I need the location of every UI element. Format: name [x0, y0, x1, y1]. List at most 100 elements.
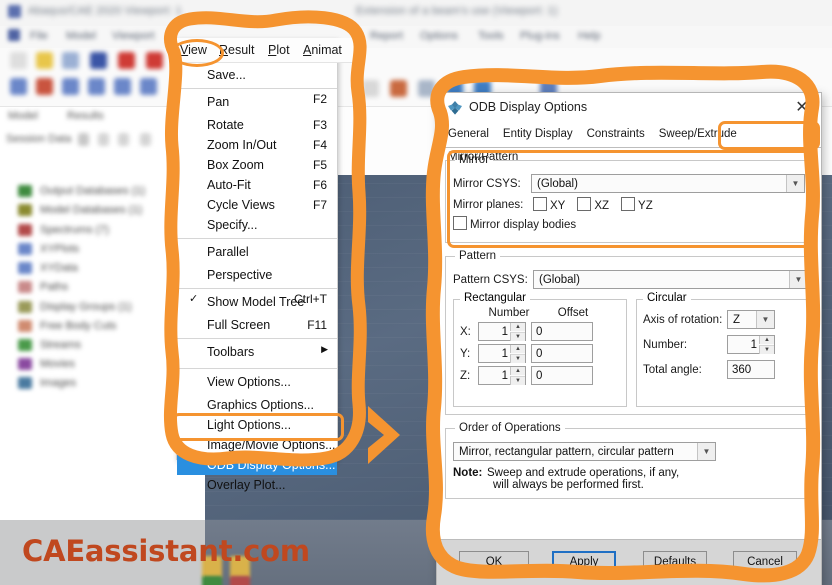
menu-item-save[interactable]: Save... — [177, 65, 337, 85]
menu-item-graphics-options[interactable]: Graphics Options... — [177, 395, 337, 415]
stepper-up-icon[interactable]: ▲ — [759, 336, 774, 344]
menu-item-parallel[interactable]: Parallel — [177, 238, 337, 265]
bg-tree-toolbar-icon[interactable] — [98, 133, 109, 146]
tab-general[interactable]: General — [441, 123, 496, 146]
menu-item-cycle-views[interactable]: Cycle ViewsF7 — [177, 195, 337, 215]
bg-toolbar-icon[interactable] — [36, 78, 53, 95]
menu-item-auto-fit[interactable]: Auto-FitF6 — [177, 175, 337, 195]
bg-toolbar-icon[interactable] — [362, 80, 379, 97]
ok-button[interactable]: OK — [459, 551, 529, 573]
odb-display-options-highlight — [172, 413, 344, 441]
note-line-1: Sweep and extrude operations, if any, — [487, 467, 679, 479]
menu-item-perspective[interactable]: Perspective — [177, 265, 337, 285]
bg-tree-toolbar-icon[interactable] — [140, 133, 151, 146]
stepper-up-icon[interactable]: ▲ — [510, 345, 525, 353]
close-icon[interactable]: ✕ — [791, 97, 813, 119]
menubar-item-animate[interactable]: Animat — [303, 43, 342, 57]
chevron-down-icon[interactable]: ▼ — [756, 311, 774, 328]
circular-axis-select[interactable]: Z▼ — [727, 310, 775, 329]
menu-item-overlay-plot[interactable]: Overlay Plot... — [177, 475, 337, 495]
bg-tree-item[interactable]: Images — [40, 377, 76, 389]
menu-item-box-zoom[interactable]: Box ZoomF5 — [177, 155, 337, 175]
menu-item-zoom-in-out[interactable]: Zoom In/OutF4 — [177, 135, 337, 155]
bg-tree-item[interactable]: Display Groups (1) — [40, 301, 132, 313]
bg-tree-item[interactable]: Paths — [40, 281, 68, 293]
stepper-down-icon[interactable]: ▼ — [510, 332, 525, 341]
chevron-down-icon[interactable]: ▼ — [789, 271, 807, 288]
menu-item-odb-display-options[interactable]: ODB Display Options... — [177, 455, 337, 475]
bg-toolbar-icon[interactable] — [36, 52, 53, 69]
rect-z-offset-field[interactable]: 0 — [531, 366, 593, 385]
cancel-button[interactable]: Cancel — [733, 551, 797, 573]
bg-tree-item[interactable]: Spectrums (7) — [40, 224, 109, 236]
bg-tab-results[interactable]: Results — [67, 110, 104, 122]
bg-toolbar-icon[interactable] — [118, 52, 135, 69]
bg-toolbar-icon[interactable] — [62, 52, 79, 69]
apply-button[interactable]: Apply — [552, 551, 616, 573]
bg-toolbar-icon[interactable] — [88, 78, 105, 95]
bg-menu-file[interactable]: File — [30, 30, 48, 42]
bg-tree-toolbar-icon[interactable] — [118, 133, 129, 146]
bg-menu-plugins[interactable]: Plug-ins — [520, 30, 560, 42]
bg-tab-model[interactable]: Model — [8, 110, 38, 122]
bg-menu-options[interactable]: Options — [420, 30, 458, 42]
bg-tree-toolbar-icon[interactable] — [78, 133, 89, 146]
circular-number-stepper[interactable]: 1▲▼ — [727, 335, 775, 354]
bg-menu-model[interactable]: Model — [66, 30, 96, 42]
bg-tree-item[interactable]: XYData — [40, 262, 78, 274]
stepper-up-icon[interactable]: ▲ — [510, 323, 525, 331]
rect-x-number-stepper[interactable]: 1▲▼ — [478, 322, 526, 341]
bg-tree-item[interactable]: Movies — [40, 358, 75, 370]
stepper-up-icon[interactable]: ▲ — [510, 367, 525, 375]
rect-x-offset-field[interactable]: 0 — [531, 322, 593, 341]
bg-tree-item[interactable]: Free Body Cuts — [40, 320, 116, 332]
rect-z-number-stepper[interactable]: 1▲▼ — [478, 366, 526, 385]
bg-tree-item[interactable]: Streams — [40, 339, 81, 351]
rect-y-number-stepper[interactable]: 1▲▼ — [478, 344, 526, 363]
chevron-down-icon[interactable]: ▼ — [697, 443, 715, 460]
menu-item-view-options[interactable]: View Options... — [177, 368, 337, 395]
bg-menu-report[interactable]: Report — [370, 30, 403, 42]
tab-constraints[interactable]: Constraints — [580, 123, 652, 146]
menubar-item-result[interactable]: Result — [219, 43, 254, 57]
bg-menu-viewport[interactable]: Viewport — [112, 30, 155, 42]
bg-toolbar-icon[interactable] — [10, 52, 27, 69]
bg-toolbar-icon[interactable] — [146, 52, 163, 69]
menu-item-specify[interactable]: Specify... — [177, 215, 337, 235]
stepper-down-icon[interactable]: ▼ — [510, 376, 525, 385]
bg-tree-item[interactable]: Output Databases (1) — [40, 185, 145, 197]
menu-item-label: View Options... — [207, 375, 291, 389]
menu-item-show-model-tree[interactable]: ✓Show Model TreeCtrl+T — [177, 288, 337, 315]
menu-item-pan[interactable]: PanF2 — [177, 88, 337, 115]
bg-taskbar-icon[interactable] — [230, 576, 250, 585]
order-of-operations-select[interactable]: Mirror, rectangular pattern, circular pa… — [453, 442, 716, 461]
bg-tree-icon — [18, 281, 32, 293]
bg-toolbar-icon[interactable] — [114, 78, 131, 95]
tab-entity-display[interactable]: Entity Display — [496, 123, 580, 146]
defaults-button[interactable]: Defaults — [643, 551, 707, 573]
menu-item-rotate[interactable]: RotateF3 — [177, 115, 337, 135]
bg-toolbar-icon[interactable] — [418, 80, 435, 97]
bg-toolbar-icon[interactable] — [10, 78, 27, 95]
bg-menu-help[interactable]: Help — [578, 30, 601, 42]
bg-toolbar-icon[interactable] — [62, 78, 79, 95]
stepper-down-icon[interactable]: ▼ — [510, 354, 525, 363]
bg-menu-tools[interactable]: Tools — [478, 30, 504, 42]
pattern-csys-select[interactable]: (Global) ▼ — [533, 270, 808, 289]
bg-taskbar-icon[interactable] — [202, 576, 222, 585]
bg-panel-tabs[interactable]: Model Results — [8, 110, 130, 122]
menu-item-full-screen[interactable]: Full ScreenF11 — [177, 315, 337, 335]
bg-tree-item[interactable]: Model Databases (1) — [40, 204, 142, 216]
circular-total-angle-field[interactable]: 360 — [727, 360, 775, 379]
rect-axis-x-label: X: — [460, 326, 478, 338]
rect-y-offset-field[interactable]: 0 — [531, 344, 593, 363]
bg-app-icon — [8, 5, 21, 18]
bg-toolbar-icon[interactable] — [390, 80, 407, 97]
bg-tree-item[interactable]: XYPlots — [40, 243, 79, 255]
bg-toolbar-icon[interactable] — [90, 52, 107, 69]
stepper-down-icon[interactable]: ▼ — [759, 345, 774, 354]
menubar-item-plot[interactable]: Plot — [268, 43, 290, 57]
menu-item-toolbars[interactable]: Toolbars▶ — [177, 338, 337, 365]
bg-toolbar-icon[interactable] — [140, 78, 157, 95]
rect-x-number-value: 1 — [502, 326, 508, 338]
